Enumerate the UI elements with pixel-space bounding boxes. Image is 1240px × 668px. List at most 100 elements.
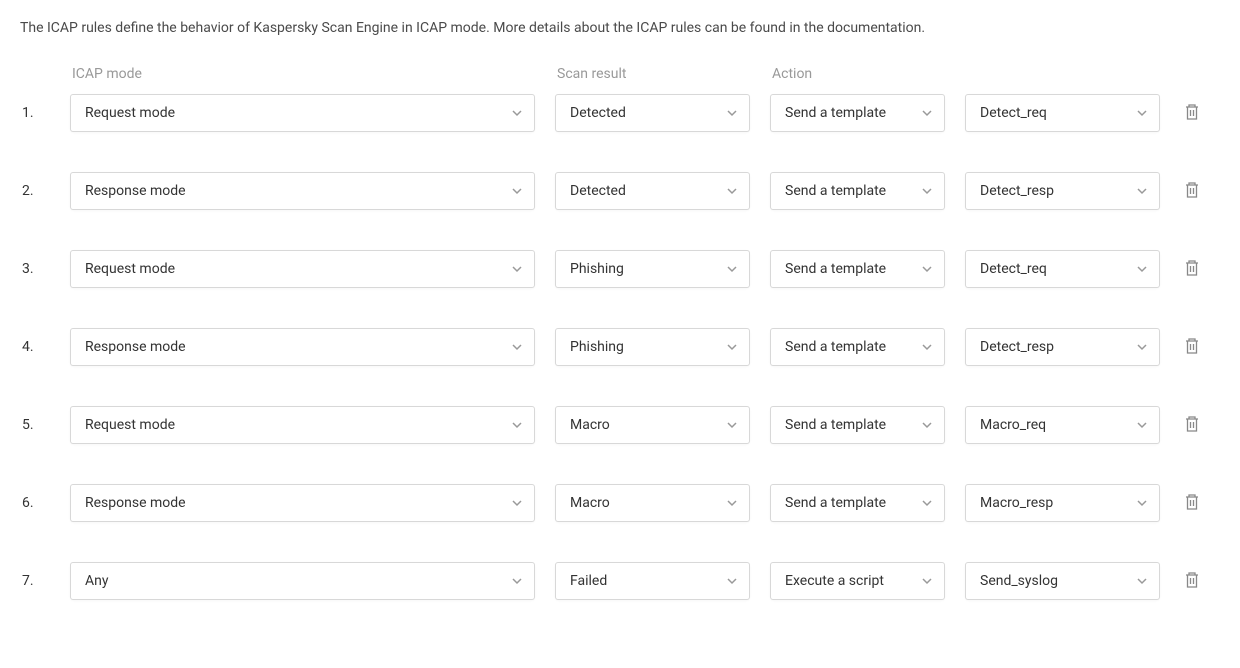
scan-result-select[interactable]: Phishing [555,328,750,366]
select-value: Response mode [85,183,186,199]
action-select[interactable]: Send a template [770,172,945,210]
select-value: Execute a script [785,573,884,589]
select-value: Macro_resp [980,495,1053,511]
select-value: Request mode [85,105,175,121]
rules-list: ICAP mode Scan result Action 1. Request … [20,66,1220,600]
chevron-down-icon [922,498,932,508]
chevron-down-icon [1137,186,1147,196]
template-select[interactable]: Send_syslog [965,562,1160,600]
chevron-down-icon [922,576,932,586]
chevron-down-icon [1137,576,1147,586]
select-value: Response mode [85,339,186,355]
chevron-down-icon [727,420,737,430]
chevron-down-icon [512,576,522,586]
scan-result-select[interactable]: Detected [555,172,750,210]
icap-mode-select[interactable]: Response mode [70,484,535,522]
chevron-down-icon [922,264,932,274]
icap-mode-select[interactable]: Response mode [70,328,535,366]
trash-icon [1184,103,1200,124]
icap-mode-select[interactable]: Request mode [70,94,535,132]
select-value: Detected [570,183,626,199]
icap-mode-select[interactable]: Request mode [70,406,535,444]
select-value: Send a template [785,339,886,355]
action-select[interactable]: Execute a script [770,562,945,600]
chevron-down-icon [922,342,932,352]
action-select[interactable]: Send a template [770,484,945,522]
action-select[interactable]: Send a template [770,250,945,288]
template-select[interactable]: Detect_resp [965,328,1160,366]
chevron-down-icon [1137,420,1147,430]
icap-mode-select[interactable]: Request mode [70,250,535,288]
template-select[interactable]: Detect_req [965,250,1160,288]
row-number: 1. [20,105,50,121]
template-select[interactable]: Macro_req [965,406,1160,444]
select-value: Any [85,573,109,589]
chevron-down-icon [727,264,737,274]
row-number: 3. [20,261,50,277]
icap-mode-select[interactable]: Response mode [70,172,535,210]
rule-row: 3. Request mode Phishing Send a template… [20,250,1220,288]
chevron-down-icon [727,108,737,118]
action-select[interactable]: Send a template [770,406,945,444]
scan-result-select[interactable]: Macro [555,406,750,444]
select-value: Response mode [85,495,186,511]
chevron-down-icon [512,420,522,430]
chevron-down-icon [1137,342,1147,352]
select-value: Detect_req [980,261,1047,277]
row-number: 5. [20,417,50,433]
delete-button[interactable] [1180,179,1204,203]
template-select[interactable]: Detect_resp [965,172,1160,210]
chevron-down-icon [922,186,932,196]
chevron-down-icon [512,264,522,274]
description-text: The ICAP rules define the behavior of Ka… [20,20,1220,36]
chevron-down-icon [512,108,522,118]
scan-result-select[interactable]: Macro [555,484,750,522]
header-scan-label: Scan result [555,66,750,82]
scan-result-select[interactable]: Detected [555,94,750,132]
action-select[interactable]: Send a template [770,94,945,132]
trash-icon [1184,181,1200,202]
template-select[interactable]: Detect_req [965,94,1160,132]
delete-button[interactable] [1180,491,1204,515]
select-value: Send a template [785,105,886,121]
delete-button[interactable] [1180,257,1204,281]
template-select[interactable]: Macro_resp [965,484,1160,522]
delete-button[interactable] [1180,101,1204,125]
select-value: Send a template [785,417,886,433]
chevron-down-icon [512,498,522,508]
scan-result-select[interactable]: Failed [555,562,750,600]
select-value: Send a template [785,183,886,199]
delete-button[interactable] [1180,335,1204,359]
rule-row: 1. Request mode Detected Send a template… [20,94,1220,132]
chevron-down-icon [512,186,522,196]
scan-result-select[interactable]: Phishing [555,250,750,288]
rule-row: 5. Request mode Macro Send a template Ma… [20,406,1220,444]
select-value: Detected [570,105,626,121]
select-value: Failed [570,573,607,589]
rule-row: 4. Response mode Phishing Send a templat… [20,328,1220,366]
chevron-down-icon [727,186,737,196]
select-value: Detect_resp [980,183,1054,199]
delete-button[interactable] [1180,413,1204,437]
select-value: Send a template [785,261,886,277]
trash-icon [1184,259,1200,280]
chevron-down-icon [922,108,932,118]
chevron-down-icon [1137,498,1147,508]
select-value: Macro [570,495,610,511]
chevron-down-icon [1137,108,1147,118]
trash-icon [1184,337,1200,358]
chevron-down-icon [922,420,932,430]
row-number: 6. [20,495,50,511]
header-action-label: Action [770,66,945,82]
header-row: ICAP mode Scan result Action [20,66,1220,82]
action-select[interactable]: Send a template [770,328,945,366]
row-number: 7. [20,573,50,589]
icap-mode-select[interactable]: Any [70,562,535,600]
row-number: 4. [20,339,50,355]
trash-icon [1184,493,1200,514]
select-value: Phishing [570,261,624,277]
select-value: Send_syslog [980,573,1058,589]
delete-button[interactable] [1180,569,1204,593]
chevron-down-icon [727,576,737,586]
chevron-down-icon [512,342,522,352]
